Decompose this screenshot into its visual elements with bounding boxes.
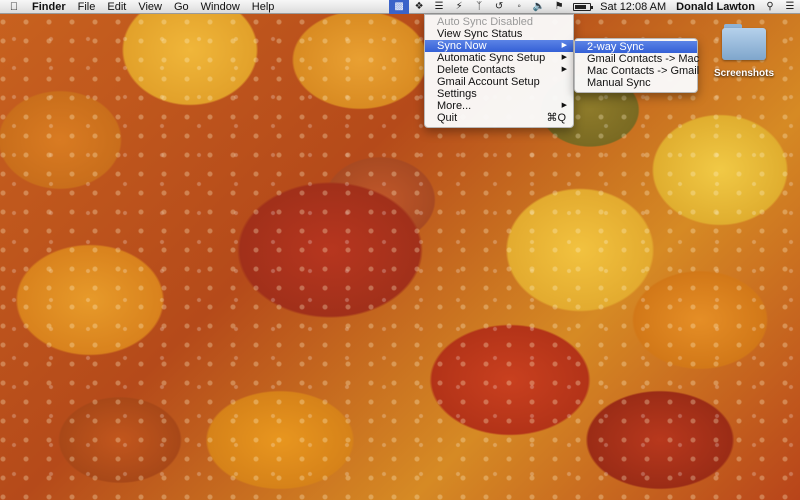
screenshots-folder[interactable]: Screenshots — [712, 22, 776, 88]
menu-item-sync-now[interactable]: Sync Now ▶ — [425, 40, 573, 52]
bolt-icon[interactable]: ⚡ — [449, 0, 469, 14]
submenu-arrow-icon: ▶ — [561, 42, 567, 49]
submenu-item-manual-sync[interactable]: Manual Sync — [575, 77, 697, 89]
volume-icon[interactable]: 🔈 — [529, 0, 549, 14]
menu-item-gmail-account-setup[interactable]: Gmail Account Setup — [425, 76, 573, 88]
submenu-arrow-icon: ▶ — [561, 54, 567, 61]
menu-bar:  Finder File Edit View Go Window Help ▩… — [0, 0, 800, 14]
submenu-item-mac-to-gmail[interactable]: Mac Contacts -> Gmail — [575, 65, 700, 77]
wifi-icon[interactable]: ◦ — [509, 0, 529, 14]
menu-edit[interactable]: Edit — [101, 0, 132, 14]
menu-window[interactable]: Window — [195, 0, 246, 14]
menu-item-label: Mac Contacts -> Gmail — [587, 65, 700, 77]
dropbox-icon[interactable]: ❖ — [409, 0, 429, 14]
apple-icon[interactable]:  — [0, 1, 28, 13]
submenu-item-2-way-sync[interactable]: 2-way Sync — [575, 41, 697, 53]
menu-item-delete-contacts[interactable]: Delete Contacts ▶ — [425, 64, 573, 76]
bluetooth-icon[interactable]: ᛉ — [469, 0, 489, 14]
menu-item-automatic-sync-setup[interactable]: Automatic Sync Setup ▶ — [425, 52, 573, 64]
flag-icon[interactable]: ⚑ — [549, 0, 569, 14]
stack-icon[interactable]: ☰ — [429, 0, 449, 14]
submenu-item-gmail-to-mac[interactable]: Gmail Contacts -> Mac — [575, 53, 700, 65]
menu-item-label: Automatic Sync Setup — [437, 52, 546, 64]
menu-finder[interactable]: Finder — [28, 0, 72, 14]
battery-level-fill — [575, 5, 586, 9]
spotlight-search-icon[interactable]: ⚲ — [760, 0, 780, 14]
menu-file[interactable]: File — [72, 0, 102, 14]
sync-now-submenu: 2-way Sync Gmail Contacts -> Mac Mac Con… — [574, 38, 700, 93]
menu-item-label: Gmail Contacts -> Mac — [587, 53, 700, 65]
battery-icon[interactable] — [573, 3, 594, 11]
menu-item-label: Auto Sync Disabled — [437, 16, 533, 28]
menu-item-label: Sync Now — [437, 40, 487, 52]
menubar-user[interactable]: Donald Lawton — [671, 0, 760, 14]
menu-view[interactable]: View — [132, 0, 168, 14]
sync-app-icon[interactable]: ▩ — [389, 0, 410, 14]
menu-item-label: Gmail Account Setup — [437, 76, 540, 88]
menu-item-label: Settings — [437, 88, 477, 100]
menu-item-label: Manual Sync — [587, 77, 651, 89]
menu-item-label: Delete Contacts — [437, 64, 516, 76]
menu-item-more[interactable]: More... ▶ — [425, 100, 573, 112]
menu-go[interactable]: Go — [168, 0, 195, 14]
menu-item-label: More... — [437, 100, 472, 112]
submenu-arrow-icon: ▶ — [561, 102, 567, 109]
menu-item-quit[interactable]: Quit ⌘Q — [425, 112, 573, 124]
menu-item-settings[interactable]: Settings — [425, 88, 573, 100]
time-machine-icon[interactable]: ↺ — [489, 0, 509, 14]
menu-item-label: 2-way Sync — [587, 41, 644, 53]
shortcut-label: ⌘Q — [546, 112, 566, 124]
menu-item-auto-sync-status: Auto Sync Disabled — [425, 16, 573, 28]
menubar-clock[interactable]: Sat 12:08 AM — [595, 0, 671, 14]
folder-label: Screenshots — [713, 68, 775, 79]
sync-dropdown-menu: Auto Sync Disabled View Sync Status Sync… — [424, 14, 574, 128]
menu-item-label: View Sync Status — [437, 28, 523, 40]
submenu-arrow-icon: ▶ — [561, 66, 567, 73]
folder-icon — [720, 22, 768, 62]
menu-help[interactable]: Help — [246, 0, 281, 14]
menu-item-view-sync-status[interactable]: View Sync Status — [425, 28, 573, 40]
menu-item-label: Quit — [437, 112, 458, 124]
notification-center-icon[interactable]: ☰ — [780, 0, 800, 14]
